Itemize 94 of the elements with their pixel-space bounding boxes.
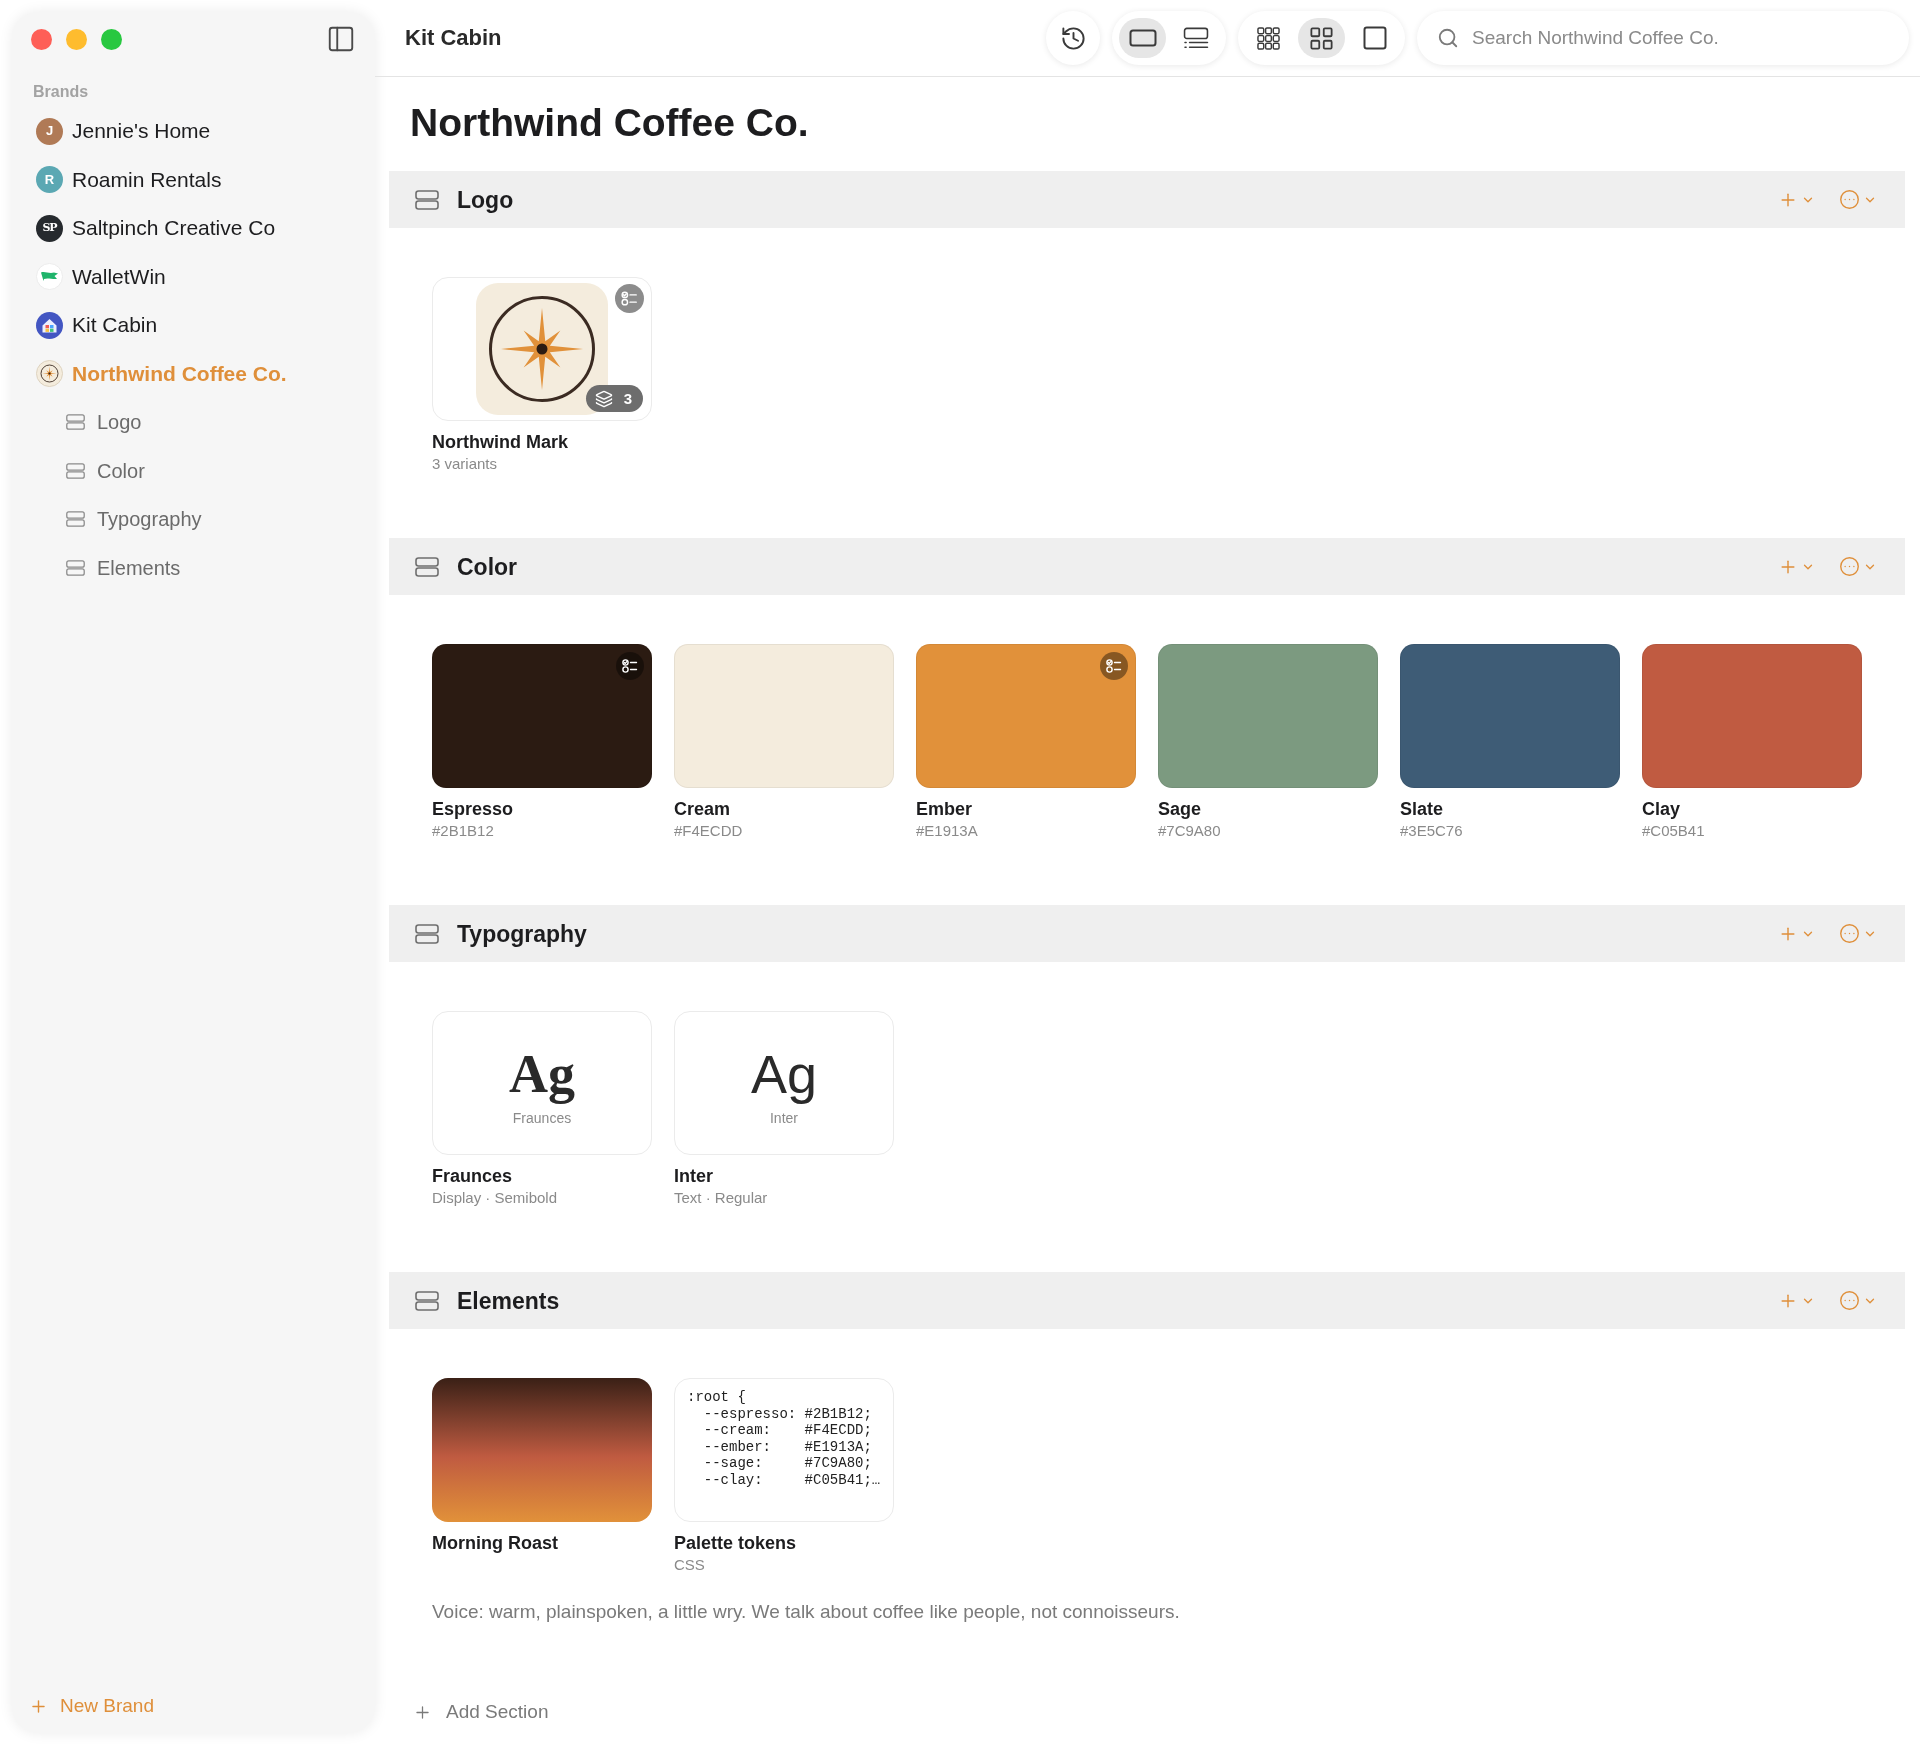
section-link[interactable]: Logo (66, 410, 142, 435)
page-title: Northwind Coffee Co. (410, 100, 809, 146)
hex-code: #C05B41 (1642, 822, 1705, 840)
color-swatch[interactable] (916, 644, 1136, 788)
sidebar-icon (326, 24, 356, 54)
more-menu-button[interactable] (1839, 923, 1877, 944)
font-specimen-card[interactable]: Ag Fraunces (432, 1011, 652, 1155)
layers-icon (594, 389, 613, 408)
compass-icon (489, 296, 595, 402)
grid-icon (1308, 24, 1335, 52)
brand-item[interactable]: SP Saltpinch Creative Co (36, 214, 276, 242)
code-snippet: :root { --espresso: #2B1B12; --cream: #F4ECDD; --ember: #E1913A; --sage: #7C9A80; --clay: #C05B41;… (687, 1389, 881, 1488)
section-link[interactable]: Color (66, 458, 145, 483)
monogram-avatar: SP (36, 214, 63, 242)
more-menu-button[interactable] (1839, 189, 1877, 210)
ellipsis-circle-icon (1839, 556, 1860, 577)
color-name: Sage (1158, 798, 1202, 820)
code-card[interactable]: :root { --espresso: #2B1B12; --cream: #F4ECDD; --ember: #E1913A; --sage: #7C9A80; --clay: #C05B41;… (674, 1378, 894, 1522)
small-grid-icon (1257, 26, 1280, 50)
color-swatch[interactable] (1400, 644, 1620, 788)
rows-icon (415, 556, 439, 577)
brand-item[interactable]: Kit Cabin (36, 311, 158, 339)
voice-note: Voice: warm, plainspoken, a little wry. We talk about coffee like people, not connoisseurs. (432, 1600, 1180, 1624)
view-toggle-button[interactable] (1298, 18, 1345, 58)
window-title: Kit Cabin (405, 24, 502, 52)
hex-code: #E1913A (916, 822, 978, 840)
letter-avatar: R (36, 166, 63, 194)
flag-icon (36, 263, 63, 291)
section-title: Typography (457, 919, 587, 948)
letter-avatar: J (36, 117, 63, 145)
rows-icon (66, 511, 85, 528)
font-name: Fraunces (432, 1165, 513, 1187)
house-icon (36, 311, 63, 339)
font-name: Inter (674, 1165, 713, 1187)
font-style-text: Text · Regular (674, 1189, 768, 1207)
specimen-text: Ag (750, 1043, 818, 1106)
brand-item[interactable]: WalletWin (36, 263, 166, 291)
sidebar-heading: Brands (33, 83, 89, 101)
hex-code: #7C9A80 (1158, 822, 1221, 840)
color-name: Ember (916, 798, 973, 820)
section-title: Color (457, 552, 518, 581)
history-icon (1059, 24, 1087, 52)
compass-icon (36, 360, 63, 388)
list-view-icon (1182, 27, 1209, 49)
color-name: Clay (1642, 798, 1681, 820)
gradient-swatch[interactable] (432, 1378, 652, 1522)
view-toggle-button[interactable] (1119, 18, 1166, 58)
sidebar-toggle-button[interactable] (326, 24, 356, 54)
color-swatch[interactable] (432, 644, 652, 788)
search-icon (1437, 27, 1459, 49)
section-title: Logo (457, 185, 514, 214)
variant-summary: 3 variants (432, 455, 498, 473)
color-name: Espresso (432, 798, 514, 820)
ellipsis-circle-icon (1839, 1290, 1860, 1311)
hex-code: #3E5C76 (1400, 822, 1463, 840)
hex-code: #2B1B12 (432, 822, 494, 840)
add-section-button[interactable]: Add Section (413, 1700, 549, 1724)
brand-item[interactable]: J Jennie's Home (36, 117, 211, 145)
color-name: Slate (1400, 798, 1444, 820)
logo-card[interactable]: 3 (432, 277, 652, 421)
brand-item[interactable]: R Roamin Rentals (36, 166, 222, 194)
hex-code: #F4ECDD (674, 822, 743, 840)
ellipsis-circle-icon (1839, 189, 1860, 210)
logo-name: Northwind Mark (432, 431, 568, 453)
color-swatch[interactable] (1642, 644, 1862, 788)
ellipsis-circle-icon (1839, 923, 1860, 944)
section-title: Elements (457, 1286, 560, 1315)
element-name: Morning Roast (432, 1532, 558, 1554)
font-specimen-card[interactable]: Ag Inter (674, 1011, 894, 1155)
specimen-label: Fraunces (512, 1109, 572, 1127)
rows-icon (66, 414, 85, 431)
font-style-text: Display · Semibold (432, 1189, 558, 1207)
fullscreen-button[interactable] (101, 28, 122, 50)
more-menu-button[interactable] (1839, 556, 1877, 577)
section-link[interactable]: Elements (66, 555, 181, 580)
history-button[interactable] (1046, 11, 1100, 65)
search-field[interactable]: Search Northwind Coffee Co. (1417, 11, 1909, 65)
specimen-label: Inter (770, 1109, 798, 1127)
rows-icon (415, 1290, 439, 1311)
more-menu-button[interactable] (1839, 1290, 1877, 1311)
close-button[interactable] (31, 28, 52, 50)
variant-count: 3 (623, 389, 632, 408)
color-name: Cream (674, 798, 731, 820)
color-swatch[interactable] (674, 644, 894, 788)
specimen-text: Ag (509, 1043, 575, 1106)
rows-icon (415, 189, 439, 210)
minimize-button[interactable] (66, 28, 87, 50)
rows-icon (66, 559, 85, 576)
section-link[interactable]: Typography (66, 507, 202, 532)
element-name: Palette tokens (674, 1532, 797, 1554)
color-swatch[interactable] (1158, 644, 1378, 788)
rows-icon (415, 923, 439, 944)
rows-icon (66, 462, 85, 479)
element-type: CSS (674, 1556, 705, 1574)
